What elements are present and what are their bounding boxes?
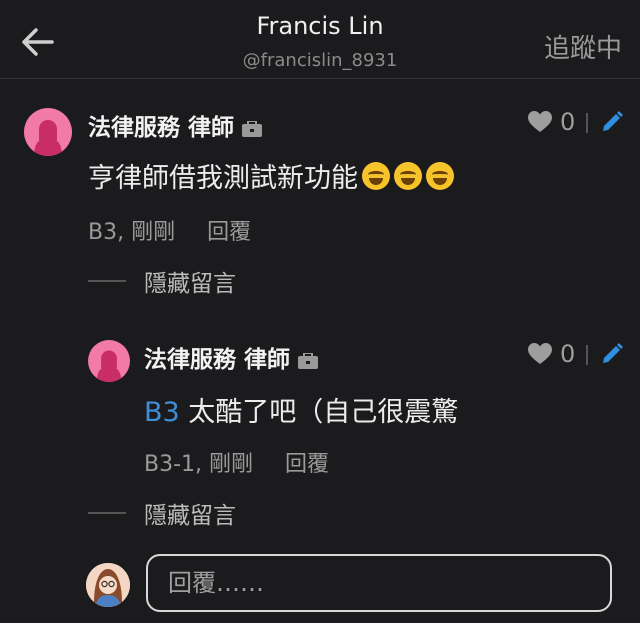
divider: [586, 345, 588, 365]
reply-input[interactable]: [146, 554, 612, 612]
avatar[interactable]: [24, 108, 72, 156]
reply-author[interactable]: 法律服務 律師: [144, 340, 319, 374]
heart-icon: [528, 343, 552, 364]
hide-comment-label: 隱藏留言: [144, 503, 236, 529]
user-portrait-icon: [86, 563, 130, 607]
briefcase-icon: [242, 117, 263, 137]
current-user-avatar: [86, 563, 130, 607]
person-silhouette-icon: [34, 120, 62, 156]
following-button[interactable]: 追蹤中: [544, 28, 622, 65]
hide-comment-label: 隱藏留言: [144, 271, 236, 297]
pencil-icon[interactable]: [600, 110, 624, 134]
like-button[interactable]: 0: [528, 108, 575, 136]
divider: [88, 280, 126, 282]
like-count: 0: [560, 108, 576, 136]
briefcase-icon: [298, 349, 319, 369]
comment-author[interactable]: 法律服務 律師: [88, 108, 263, 142]
author-name: 法律服務 律師: [88, 115, 235, 141]
reply-button[interactable]: 回覆: [207, 214, 251, 246]
rofl-emoji-icon: [394, 162, 422, 190]
mention-link[interactable]: B3: [144, 397, 180, 428]
reply-floor-time: B3-1, 剛剛: [144, 452, 254, 477]
comment-floor-time: B3, 剛剛: [88, 220, 176, 245]
reply-body: B3 太酷了吧（自己很震驚: [144, 390, 458, 429]
like-count: 0: [560, 340, 576, 368]
person-silhouette-icon: [96, 350, 122, 382]
avatar[interactable]: [88, 340, 130, 382]
heart-icon: [528, 111, 552, 132]
divider: [88, 512, 126, 514]
reply-meta: B3-1, 剛剛 回覆: [144, 446, 329, 478]
rofl-emoji-icon: [362, 162, 390, 190]
top-bar: Francis Lin @francislin_8931 追蹤中: [0, 0, 640, 79]
hide-comment-button[interactable]: 隱藏留言: [88, 496, 236, 530]
comment-text: 亨律師借我測試新功能: [88, 163, 358, 194]
reply-button[interactable]: 回覆: [285, 446, 329, 478]
divider: [586, 113, 588, 133]
comment-meta: B3, 剛剛 回覆: [88, 214, 251, 246]
author-name: 法律服務 律師: [144, 347, 291, 373]
like-button[interactable]: 0: [528, 340, 575, 368]
pencil-icon[interactable]: [600, 342, 624, 366]
comment-body: 亨律師借我測試新功能: [88, 156, 454, 195]
rofl-emoji-icon: [426, 162, 454, 190]
reply-text: 太酷了吧（自己很震驚: [188, 397, 459, 428]
hide-comment-button[interactable]: 隱藏留言: [88, 264, 236, 298]
